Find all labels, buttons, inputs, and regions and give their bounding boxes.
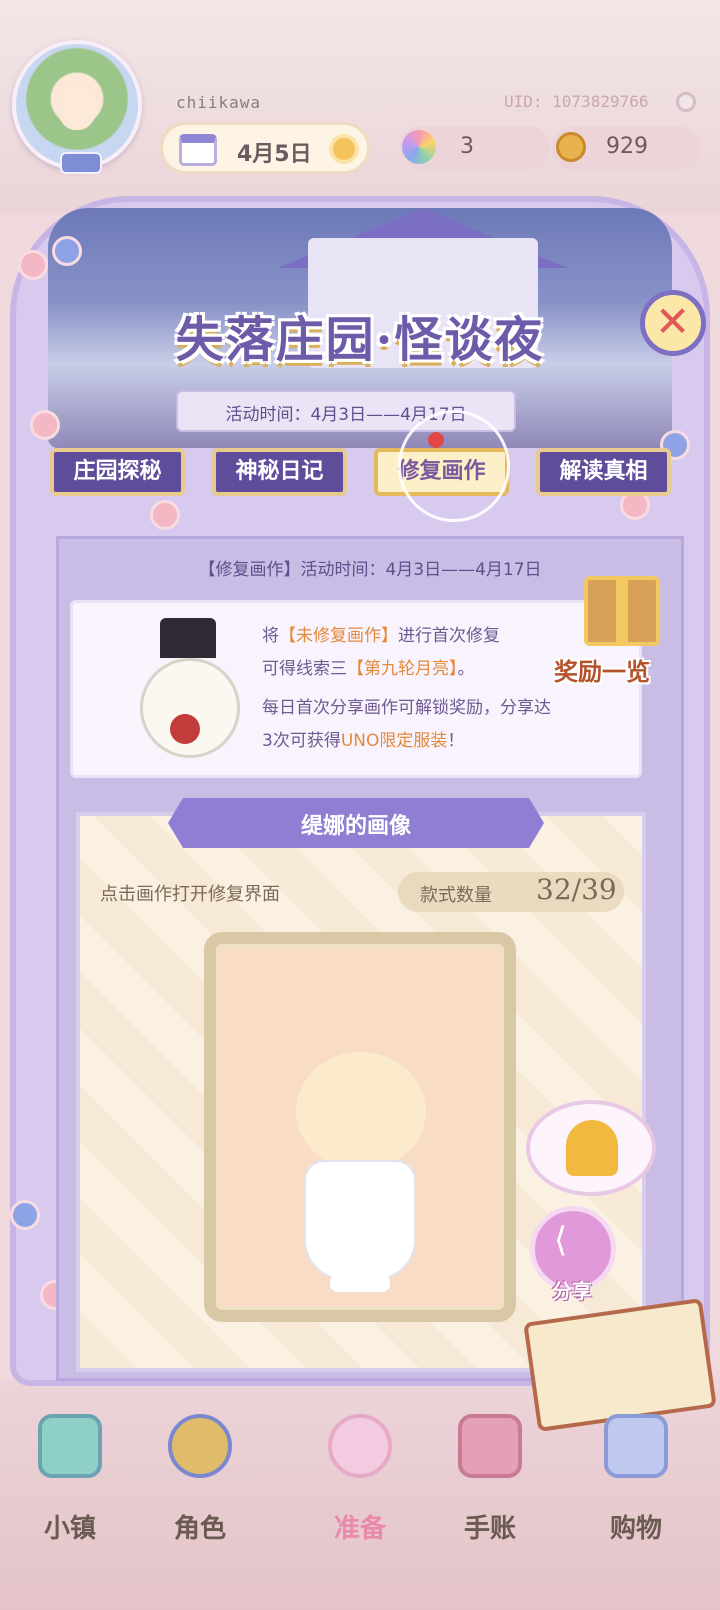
info-highlight: 【第九轮月亮】	[347, 659, 458, 679]
tab-read-truth[interactable]: 解读真相	[536, 448, 671, 496]
reward-list-button[interactable]: 奖励一览	[554, 652, 650, 687]
nav-label: 小镇	[43, 1514, 96, 1544]
portrait-title: 缇娜的画像	[300, 814, 411, 839]
style-count-value: 32/39	[536, 873, 617, 906]
info-highlight: 【未修复画作】	[279, 626, 398, 646]
info-text: 可得线索三	[262, 659, 347, 679]
nav-label: 手账	[463, 1514, 516, 1544]
style-count-label: 款式数量	[420, 885, 492, 906]
info-line-4: 3次可获得UNO限定服装！	[262, 725, 464, 758]
doll-dress	[304, 1160, 416, 1280]
map-icon	[38, 1414, 102, 1478]
decor-flower	[10, 1200, 40, 1230]
info-line-2: 可得线索三【第九轮月亮】。	[262, 653, 475, 686]
info-text: ！	[447, 731, 465, 751]
decor-flower	[150, 500, 180, 530]
tab-manor-explore[interactable]: 庄园探秘	[50, 448, 185, 496]
restore-hint: 点击画作打开修复界面	[100, 884, 280, 905]
tap-highlight-ring	[398, 410, 510, 522]
calendar-icon	[179, 134, 217, 166]
nav-town[interactable]: 小镇	[10, 1410, 130, 1550]
nav-label: 购物	[609, 1514, 662, 1544]
character-icon	[168, 1414, 232, 1478]
decor-flower	[30, 410, 60, 440]
coin-icon	[556, 132, 586, 162]
info-line-3: 每日首次分享画作可解锁奖励，分享达	[262, 698, 551, 718]
uid-label: UID: 1073829766	[504, 92, 649, 111]
coin-count: 929	[606, 134, 648, 159]
sun-icon	[333, 138, 355, 160]
nav-journal[interactable]: 手账	[430, 1410, 550, 1550]
share-icon: ⟨	[554, 1220, 568, 1260]
rainbow-flower-icon	[402, 130, 436, 164]
flower-currency[interactable]: 3	[400, 126, 550, 170]
info-text: 。	[457, 659, 475, 679]
nav-shopping[interactable]: 购物	[576, 1410, 696, 1550]
event-title: 失落庄园·怪谈夜	[175, 312, 545, 368]
player-avatar[interactable]	[12, 40, 142, 174]
date-text: 4月5日	[237, 142, 312, 167]
flower-count: 3	[460, 134, 474, 159]
tab-mystery-diary[interactable]: 神秘日记	[212, 448, 347, 496]
info-text: 进行首次修复	[398, 626, 500, 646]
rose-icon	[170, 714, 200, 744]
close-icon: ✕	[655, 297, 691, 346]
info-line-1: 将【未修复画作】进行首次修复	[262, 620, 500, 653]
share-label[interactable]: 分享	[552, 1275, 592, 1304]
prepare-icon	[328, 1414, 392, 1478]
reward-gift-icon[interactable]	[584, 576, 660, 646]
bear-mascot	[130, 618, 250, 758]
avatar-face	[58, 84, 96, 130]
nav-prepare[interactable]: 准备	[300, 1410, 420, 1550]
info-text: 3次可获得	[262, 731, 341, 751]
close-button[interactable]: ✕	[640, 290, 706, 356]
hair-icon	[566, 1120, 618, 1176]
top-hat-icon	[160, 618, 216, 658]
doll-feet	[330, 1274, 390, 1292]
nav-label: 角色	[173, 1514, 226, 1544]
username: chiikawa	[176, 93, 262, 112]
doll-head	[296, 1052, 426, 1170]
coin-currency[interactable]: 929	[552, 126, 700, 170]
date-display[interactable]: 4月5日	[160, 122, 370, 174]
info-text: 将	[262, 626, 279, 646]
journal-icon	[458, 1414, 522, 1478]
notification-dot	[428, 432, 444, 448]
avatar-bow	[60, 152, 102, 174]
shopping-bag-icon	[604, 1414, 668, 1478]
decor-flower	[52, 236, 82, 266]
nav-character[interactable]: 角色	[140, 1410, 260, 1550]
copy-uid-icon[interactable]	[676, 92, 696, 112]
decor-flower	[18, 250, 48, 280]
nav-label: 准备	[333, 1514, 386, 1544]
info-highlight: UNO限定服装	[340, 731, 448, 751]
